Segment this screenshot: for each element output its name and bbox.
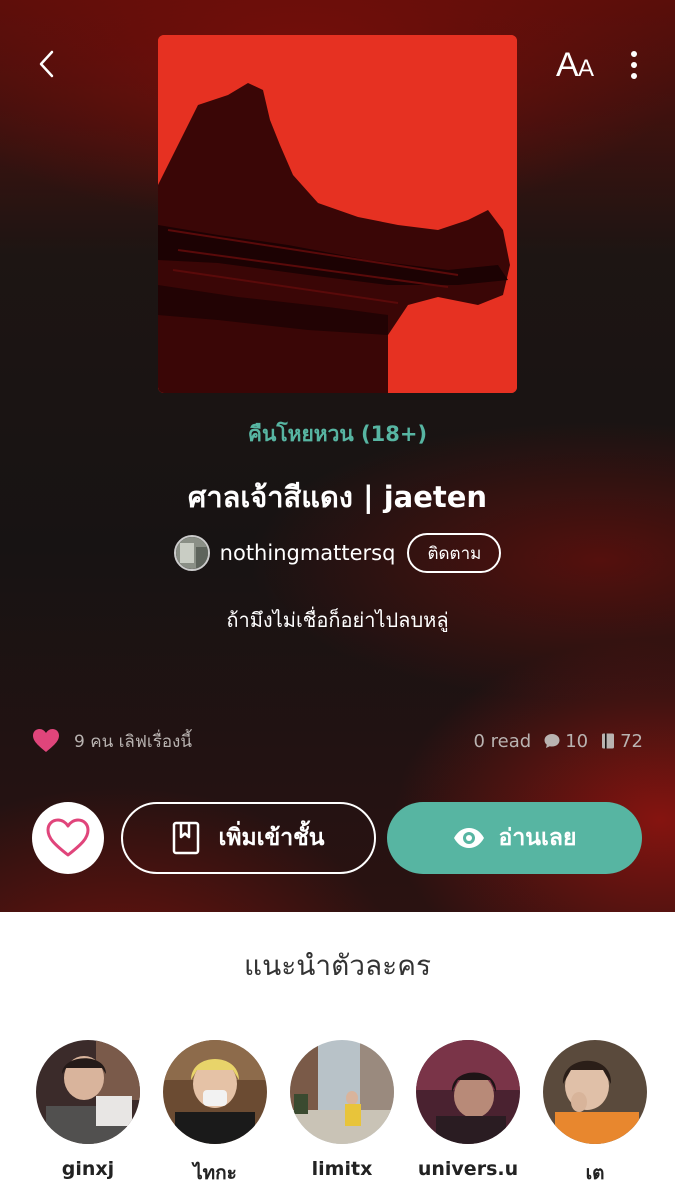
comment-stat: 10 <box>543 731 588 752</box>
bookmark-book-icon <box>173 821 200 855</box>
character-avatar <box>416 1040 520 1144</box>
character-name: ไทกะ <box>193 1162 237 1184</box>
love-count-text: 9 คน เลิฟเรื่องนี้ <box>74 731 192 752</box>
character-avatar <box>36 1040 140 1144</box>
author-name[interactable]: nothingmattersq <box>220 541 396 565</box>
character-avatar <box>163 1040 267 1144</box>
story-tagline: ถ้ามึงไม่เชื่อก็อย่าไปลบหลู่ <box>226 608 449 632</box>
author-avatar[interactable] <box>173 535 210 571</box>
font-size-label-small: A <box>578 55 595 82</box>
character-avatar <box>290 1040 394 1144</box>
story-category[interactable]: คืนโหยหวน (18+) <box>0 418 675 451</box>
read-now-label: อ่านเลย <box>498 825 577 851</box>
characters-section-title: แนะนำตัวละคร <box>244 949 431 982</box>
character-name: limitx <box>311 1158 373 1180</box>
heart-outline-icon <box>46 818 90 857</box>
add-to-library-button[interactable]: เพิ่มเข้าชั้น <box>121 802 376 874</box>
comment-icon <box>544 734 560 748</box>
chapter-stat: 72 <box>600 731 643 752</box>
font-size-label-big: A <box>556 46 579 84</box>
chevron-left-icon <box>39 50 54 78</box>
story-cover-image <box>158 35 517 393</box>
love-count-row: 9 คน เลิฟเรื่องนี้ <box>32 726 192 756</box>
character-name: เต <box>585 1162 605 1184</box>
comment-count: 10 <box>565 730 589 752</box>
story-stats: 0 read 10 72 <box>473 726 643 756</box>
story-title: ศาลเจ้าสีแดง | jaeten <box>187 480 488 514</box>
back-button[interactable] <box>28 44 68 84</box>
like-button[interactable] <box>32 802 104 874</box>
character-avatar <box>543 1040 647 1144</box>
more-options-button[interactable] <box>620 46 648 86</box>
character-name: ginxj <box>61 1158 115 1180</box>
follow-button[interactable]: ติดตาม <box>407 533 502 573</box>
heart-icon <box>33 729 59 752</box>
character-list: ginxj ไทกะ limitx univers.u เต <box>0 1040 675 1190</box>
character-name: univers.u <box>417 1158 519 1180</box>
font-size-button[interactable]: A A <box>552 44 604 84</box>
add-to-library-label: เพิ่มเข้าชั้น <box>218 825 325 851</box>
read-now-button[interactable]: อ่านเลย <box>387 802 642 874</box>
author-row: nothingmattersq ติดตาม <box>0 532 675 574</box>
chapter-count: 72 <box>620 730 643 752</box>
book-icon <box>602 733 615 749</box>
eye-icon <box>453 828 484 848</box>
read-count: 0 read <box>473 730 532 752</box>
more-vertical-icon <box>631 51 637 79</box>
